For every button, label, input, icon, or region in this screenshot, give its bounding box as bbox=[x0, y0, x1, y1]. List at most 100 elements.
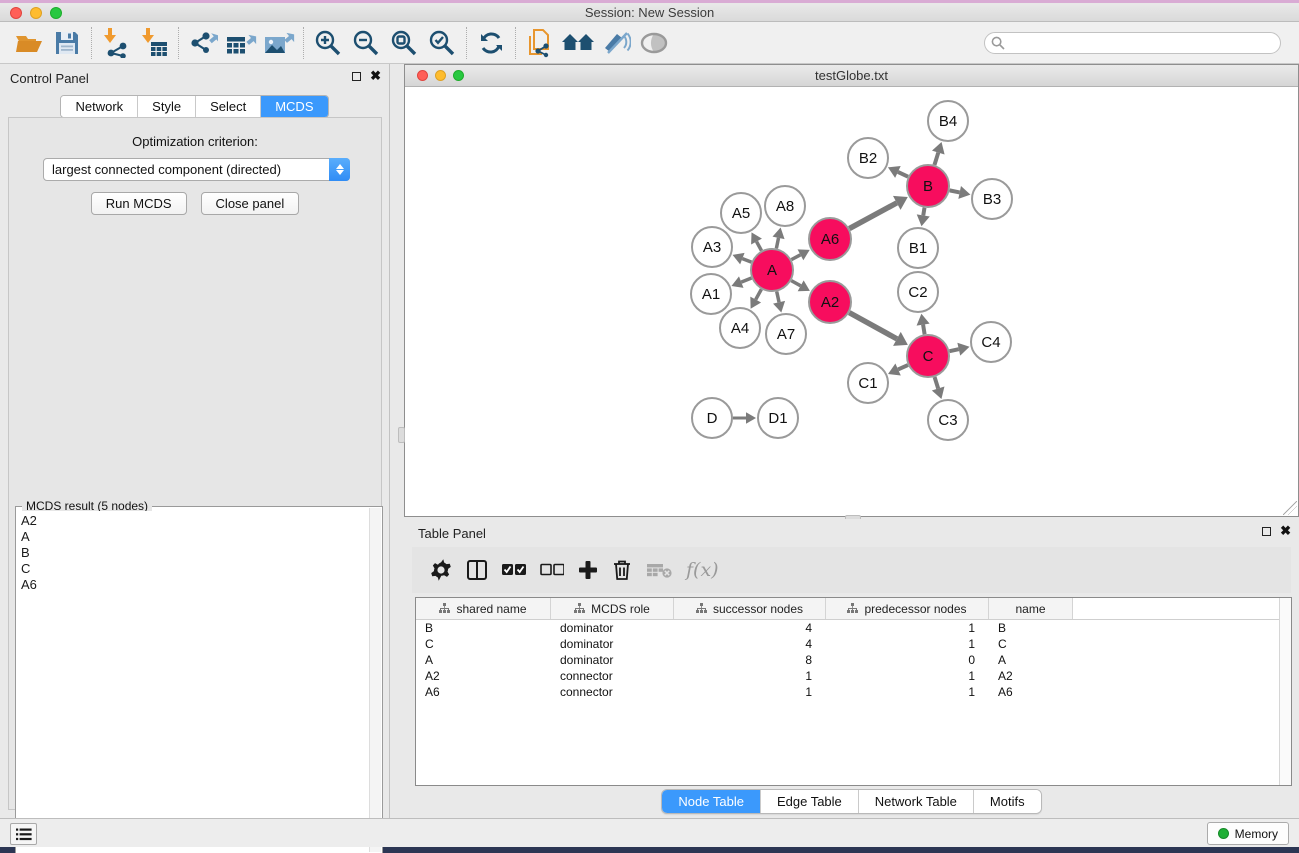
cell-name[interactable]: A2 bbox=[989, 669, 1073, 683]
edge-C-C3[interactable] bbox=[932, 377, 945, 399]
table-row[interactable]: Cdominator41C bbox=[416, 636, 1291, 652]
column-header-successor-nodes[interactable]: successor nodes bbox=[674, 598, 826, 619]
node-B3[interactable]: B3 bbox=[972, 179, 1012, 219]
result-item[interactable]: A bbox=[21, 529, 369, 545]
edge-A-A2[interactable] bbox=[791, 280, 810, 291]
cell-successor-nodes[interactable]: 8 bbox=[674, 653, 826, 667]
edge-A2-C[interactable] bbox=[849, 313, 908, 346]
import-network-icon[interactable] bbox=[97, 26, 135, 60]
edge-A-A5[interactable] bbox=[751, 232, 762, 250]
node-A7[interactable]: A7 bbox=[766, 314, 806, 354]
zoom-in-icon[interactable] bbox=[309, 26, 347, 60]
edge-C-C1[interactable] bbox=[888, 363, 908, 375]
node-B4[interactable]: B4 bbox=[928, 101, 968, 141]
deselect-all-icon[interactable] bbox=[540, 563, 564, 577]
column-header-shared-name[interactable]: shared name bbox=[416, 598, 551, 619]
node-C3[interactable]: C3 bbox=[928, 400, 968, 440]
export-network-icon[interactable] bbox=[184, 26, 222, 60]
cell-predecessor-nodes[interactable]: 1 bbox=[826, 621, 989, 635]
run-mcds-button[interactable]: Run MCDS bbox=[91, 192, 187, 215]
cell-name[interactable]: B bbox=[989, 621, 1073, 635]
table-settings-icon[interactable] bbox=[430, 559, 452, 581]
cell-name[interactable]: C bbox=[989, 637, 1073, 651]
column-chooser-icon[interactable] bbox=[466, 559, 488, 581]
edge-B-B2[interactable] bbox=[888, 166, 908, 178]
table-row[interactable]: Bdominator41B bbox=[416, 620, 1291, 636]
function-builder-icon[interactable]: f(x) bbox=[686, 559, 719, 581]
eye-icon[interactable] bbox=[635, 26, 673, 60]
table-scrollbar[interactable] bbox=[1279, 598, 1291, 785]
apply-layout-icon[interactable] bbox=[472, 26, 510, 60]
table-row[interactable]: Adominator80A bbox=[416, 652, 1291, 668]
cell-predecessor-nodes[interactable]: 1 bbox=[826, 685, 989, 699]
node-A2[interactable]: A2 bbox=[809, 281, 851, 323]
new-network-from-selection-icon[interactable] bbox=[521, 26, 559, 60]
tab-edge-table[interactable]: Edge Table bbox=[761, 790, 859, 813]
cell-shared-name[interactable]: A bbox=[416, 653, 551, 667]
zoom-selected-icon[interactable] bbox=[423, 26, 461, 60]
cell-successor-nodes[interactable]: 4 bbox=[674, 621, 826, 635]
edge-B-B4[interactable] bbox=[932, 142, 945, 165]
tab-motifs[interactable]: Motifs bbox=[974, 790, 1041, 813]
cell-MCDS-role[interactable]: connector bbox=[551, 669, 674, 683]
cell-MCDS-role[interactable]: dominator bbox=[551, 637, 674, 651]
tab-mcds[interactable]: MCDS bbox=[261, 96, 327, 117]
node-A6[interactable]: A6 bbox=[809, 218, 851, 260]
delete-column-icon[interactable] bbox=[612, 559, 632, 581]
node-C2[interactable]: C2 bbox=[898, 272, 938, 312]
cell-successor-nodes[interactable]: 4 bbox=[674, 637, 826, 651]
import-table-icon[interactable] bbox=[135, 26, 173, 60]
vertical-splitter-handle[interactable] bbox=[398, 427, 405, 443]
result-list-scrollbar[interactable] bbox=[369, 508, 381, 852]
node-C4[interactable]: C4 bbox=[971, 322, 1011, 362]
tab-network-table[interactable]: Network Table bbox=[859, 790, 974, 813]
export-table-icon[interactable] bbox=[222, 26, 260, 60]
node-A[interactable]: A bbox=[751, 249, 793, 291]
close-panel-button[interactable]: Close panel bbox=[201, 192, 300, 215]
zoom-out-icon[interactable] bbox=[347, 26, 385, 60]
node-D1[interactable]: D1 bbox=[758, 398, 798, 438]
node-A3[interactable]: A3 bbox=[692, 227, 732, 267]
edge-A-A1[interactable] bbox=[731, 276, 751, 287]
node-C1[interactable]: C1 bbox=[848, 363, 888, 403]
result-item[interactable]: C bbox=[21, 561, 369, 577]
delete-table-icon[interactable] bbox=[646, 561, 672, 579]
node-A1[interactable]: A1 bbox=[691, 274, 731, 314]
cell-MCDS-role[interactable]: connector bbox=[551, 685, 674, 699]
edge-A-A4[interactable] bbox=[750, 289, 761, 308]
mcds-result-list[interactable]: A2ABCA6 bbox=[17, 511, 369, 852]
column-header-MCDS-role[interactable]: MCDS role bbox=[551, 598, 674, 619]
homes-icon[interactable] bbox=[559, 26, 597, 60]
task-history-button[interactable] bbox=[10, 823, 37, 845]
cell-MCDS-role[interactable]: dominator bbox=[551, 653, 674, 667]
cell-shared-name[interactable]: A6 bbox=[416, 685, 551, 699]
edge-C-C2[interactable] bbox=[917, 314, 930, 335]
cell-predecessor-nodes[interactable]: 1 bbox=[826, 637, 989, 651]
zoom-fit-icon[interactable] bbox=[385, 26, 423, 60]
edge-B-B3[interactable] bbox=[950, 186, 971, 199]
table-row[interactable]: A2connector11A2 bbox=[416, 668, 1291, 684]
cell-shared-name[interactable]: B bbox=[416, 621, 551, 635]
cell-predecessor-nodes[interactable]: 1 bbox=[826, 669, 989, 683]
save-session-icon[interactable] bbox=[48, 26, 86, 60]
criterion-dropdown[interactable]: largest connected component (directed) bbox=[43, 158, 350, 181]
edge-D-D1[interactable] bbox=[733, 412, 756, 423]
open-session-icon[interactable] bbox=[10, 26, 48, 60]
edge-A6-B[interactable] bbox=[849, 196, 907, 229]
cell-name[interactable]: A bbox=[989, 653, 1073, 667]
cell-shared-name[interactable]: C bbox=[416, 637, 551, 651]
select-all-icon[interactable] bbox=[502, 563, 526, 577]
network-window-titlebar[interactable]: testGlobe.txt bbox=[405, 65, 1298, 87]
result-item[interactable]: A6 bbox=[21, 577, 369, 593]
edge-A-A7[interactable] bbox=[773, 291, 785, 312]
tab-network[interactable]: Network bbox=[61, 96, 138, 117]
edge-C-C4[interactable] bbox=[949, 343, 969, 356]
node-table[interactable]: shared nameMCDS rolesuccessor nodesprede… bbox=[415, 597, 1292, 786]
column-header-predecessor-nodes[interactable]: predecessor nodes bbox=[826, 598, 989, 619]
node-B[interactable]: B bbox=[907, 165, 949, 207]
edge-B-B1[interactable] bbox=[917, 208, 930, 227]
edge-A-A3[interactable] bbox=[733, 253, 752, 264]
column-header-name[interactable]: name bbox=[989, 598, 1073, 619]
edge-A-A8[interactable] bbox=[773, 228, 785, 249]
tab-select[interactable]: Select bbox=[196, 96, 261, 117]
